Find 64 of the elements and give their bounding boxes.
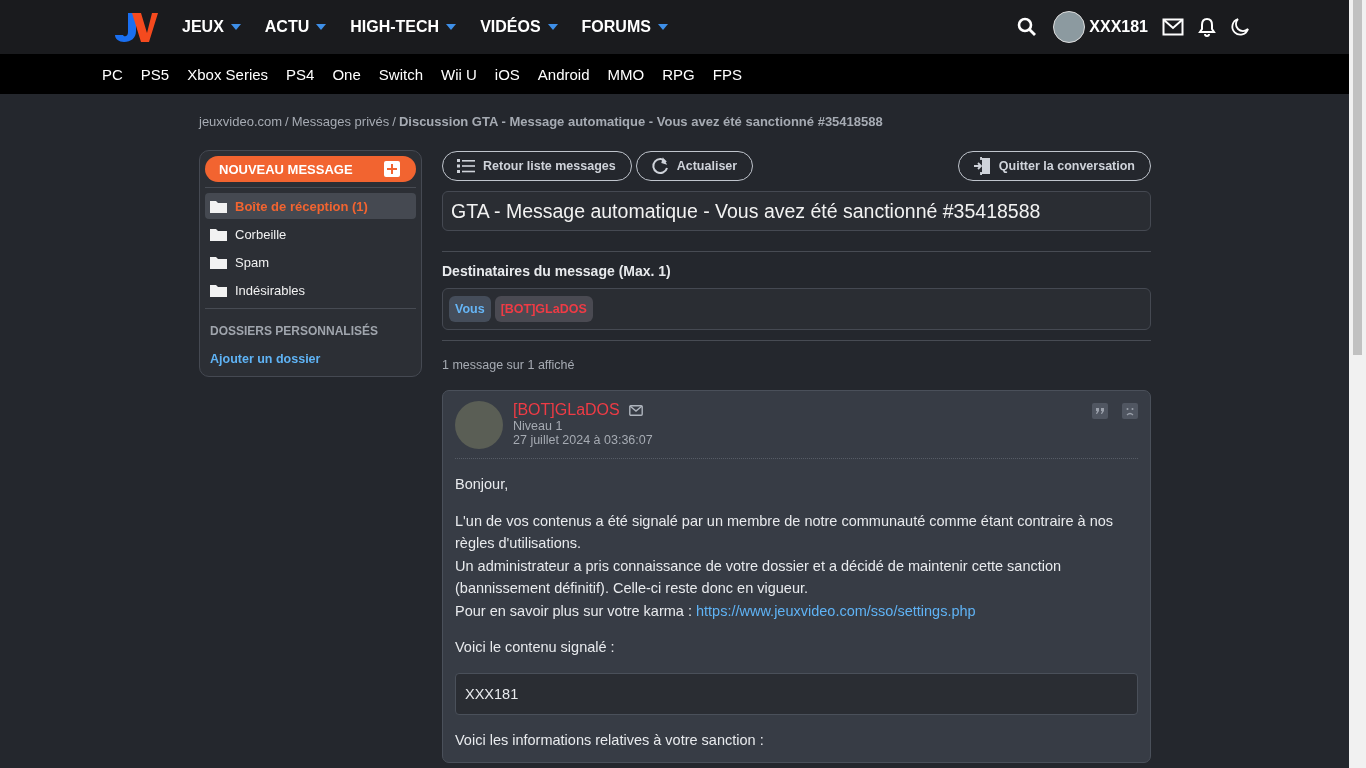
conversation-subject: GTA - Message automatique - Vous avez été sanctionné #35418588 [442, 191, 1151, 231]
quote-icon[interactable] [1092, 403, 1108, 419]
folder-icon [210, 199, 227, 213]
plus-icon [384, 161, 400, 177]
recipient-tag: [BOT]GLaDOS [494, 296, 593, 322]
author-avatar [455, 401, 503, 449]
folder-icon [210, 283, 227, 297]
caret-icon [230, 24, 241, 30]
folder-item[interactable]: Corbeille [205, 221, 416, 247]
user-avatar[interactable] [1053, 11, 1086, 43]
recipients-heading: Destinataires du message (Max. 1) [442, 262, 672, 281]
sad-face-icon[interactable] [1122, 403, 1138, 419]
platform-link[interactable]: PS4 [286, 65, 315, 83]
message-count: 1 message sur 1 affiché [442, 357, 576, 374]
platform-link[interactable]: Xbox Series [187, 65, 269, 83]
caret-icon [446, 24, 457, 30]
folder-icon [210, 227, 227, 241]
settings-link[interactable]: https://www.jeuxvideo.com/sso/settings.php [695, 602, 976, 619]
platform-link[interactable]: RPG [662, 65, 695, 83]
message-paragraph: Voici les informations relatives à votre sanction : [455, 731, 765, 750]
platform-link[interactable]: iOS [494, 65, 520, 83]
nav-menu[interactable]: FORUMS [581, 18, 668, 36]
nav-menu[interactable]: HIGH-TECH [350, 18, 457, 36]
folder-item[interactable]: Spam [205, 249, 416, 275]
folder-icon [210, 255, 227, 269]
message-paragraph: Bonjour, [455, 475, 510, 494]
platform-link[interactable]: FPS [712, 65, 742, 83]
platform-link[interactable]: Android [537, 65, 590, 83]
caret-icon [657, 24, 668, 30]
add-folder-link[interactable]: Ajouter un dossier [205, 352, 416, 366]
breadcrumb-separator: / [392, 114, 396, 129]
refresh-icon [650, 157, 669, 175]
message-paragraph: L'un de vos contenus a été signalé par un membre de notre communauté comme étant contraire à nos règles d'utilisations. Un administrateur a pris connaissance de votre dossier et a décidé de maintenir cette sanction (bannissement définitif). Celle-ci reste donc en vigueur. Pour en savoir plus sur votre karma : https://www.jeuxvideo.com/sso/settings.php [455, 511, 1115, 621]
list-icon [457, 158, 475, 174]
username[interactable]: XXX181 [1089, 18, 1148, 36]
bell-icon[interactable] [1198, 17, 1216, 37]
caret-icon [316, 24, 327, 30]
breadcrumb-separator: / [285, 114, 289, 129]
platform-link[interactable]: MMO [607, 65, 645, 83]
platform-link[interactable]: Wii U [441, 65, 477, 83]
platform-link[interactable]: Switch [378, 65, 423, 83]
exit-door-icon [972, 157, 991, 175]
message-date: 27 juillet 2024 à 03:36:07 [513, 433, 653, 447]
scrollbar-thumb[interactable] [1353, 0, 1362, 355]
site-logo[interactable] [114, 11, 158, 43]
section-heading: DOSSIERS PERSONNALISÉS [209, 322, 380, 340]
caret-icon [547, 24, 558, 30]
nav-menu[interactable]: ACTU [264, 18, 327, 36]
platform-link[interactable]: PS5 [140, 65, 170, 83]
scrollbar[interactable] [1349, 0, 1366, 768]
recipient-tag: Vous [449, 296, 491, 322]
reported-content: XXX181 [455, 672, 1138, 715]
search-icon[interactable] [1017, 17, 1038, 37]
breadcrumb-current: Discussion GTA - Message automatique - Vous avez été sanctionné #35418588 [398, 114, 883, 129]
moon-icon[interactable] [1230, 17, 1250, 37]
breadcrumb-link[interactable]: jeuxvideo.com [199, 114, 283, 129]
platform-link[interactable]: One [332, 65, 361, 83]
author-level: Niveau 1 [513, 419, 564, 433]
folder-item[interactable]: Indésirables [205, 277, 416, 303]
nav-menu[interactable]: JEUX [182, 18, 241, 36]
nav-menu[interactable]: VIDÉOS [480, 18, 558, 36]
platform-link[interactable]: PC [102, 65, 123, 83]
message-paragraph: Voici le contenu signalé : [455, 638, 616, 657]
breadcrumb-link[interactable]: Messages privés [291, 114, 390, 129]
